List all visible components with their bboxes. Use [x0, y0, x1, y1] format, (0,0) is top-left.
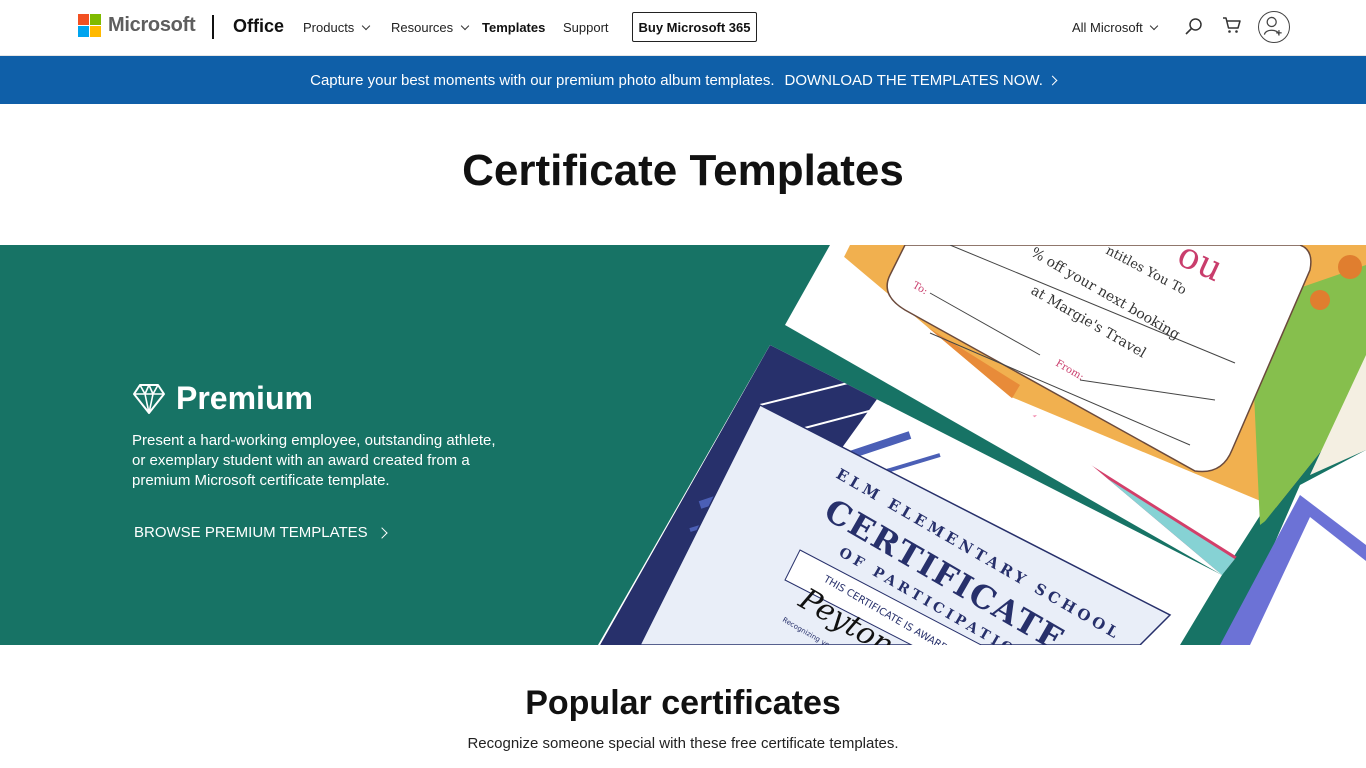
- brand-name: Microsoft: [108, 14, 196, 36]
- banner-text: Capture your best moments with our premi…: [310, 71, 775, 89]
- download-templates-link[interactable]: DOWNLOAD THE TEMPLATES NOW.: [784, 71, 1058, 89]
- all-microsoft-label: All Microsoft: [1072, 20, 1143, 35]
- nav-resources-label: Resources: [391, 20, 454, 35]
- diamond-icon: [133, 383, 165, 414]
- browse-premium-label: BROWSE PREMIUM TEMPLATES: [134, 524, 368, 541]
- nav-support[interactable]: Support: [563, 20, 609, 35]
- browse-premium-templates-link[interactable]: BROWSE PREMIUM TEMPLATES: [134, 524, 388, 541]
- account-icon: [1263, 16, 1282, 36]
- office-link[interactable]: Office: [233, 16, 284, 37]
- nav-resources[interactable]: Resources: [391, 20, 470, 35]
- popular-certificates-subtitle: Recognize someone special with these fre…: [467, 735, 899, 752]
- premium-heading: Premium: [132, 380, 313, 417]
- cart-icon[interactable]: [1221, 14, 1243, 36]
- chevron-right-icon: [375, 526, 388, 539]
- nav-templates[interactable]: Templates: [482, 20, 545, 35]
- nav-support-label: Support: [563, 20, 609, 35]
- promo-banner: Capture your best moments with our premi…: [0, 56, 1366, 104]
- chevron-down-icon: [460, 21, 470, 31]
- site-header: Microsoft Office Products Resources Temp…: [0, 0, 1366, 56]
- premium-label: Premium: [176, 380, 313, 416]
- account-button[interactable]: [1258, 11, 1290, 43]
- popular-certificates-heading: Popular certificates: [525, 684, 841, 722]
- all-microsoft-menu[interactable]: All Microsoft: [1072, 20, 1159, 35]
- nav-products[interactable]: Products: [303, 20, 371, 35]
- page-title: Certificate Templates: [462, 146, 904, 195]
- nav-products-label: Products: [303, 20, 355, 35]
- buy-microsoft-365-button[interactable]: Buy Microsoft 365: [632, 12, 757, 42]
- microsoft-logo-icon: [78, 14, 101, 37]
- hero-description: Present a hard-working employee, outstan…: [132, 432, 496, 489]
- header-divider: [212, 15, 214, 39]
- search-icon[interactable]: [1183, 16, 1205, 38]
- banner-cta-label: DOWNLOAD THE TEMPLATES NOW.: [784, 71, 1043, 89]
- chevron-down-icon: [1149, 21, 1159, 31]
- chevron-down-icon: [362, 21, 371, 31]
- premium-hero: ou ntitles You To % off your next bookin…: [0, 245, 1366, 645]
- nav-templates-label: Templates: [482, 20, 546, 35]
- microsoft-logo[interactable]: Microsoft: [78, 14, 196, 37]
- chevron-right-icon: [1047, 75, 1058, 85]
